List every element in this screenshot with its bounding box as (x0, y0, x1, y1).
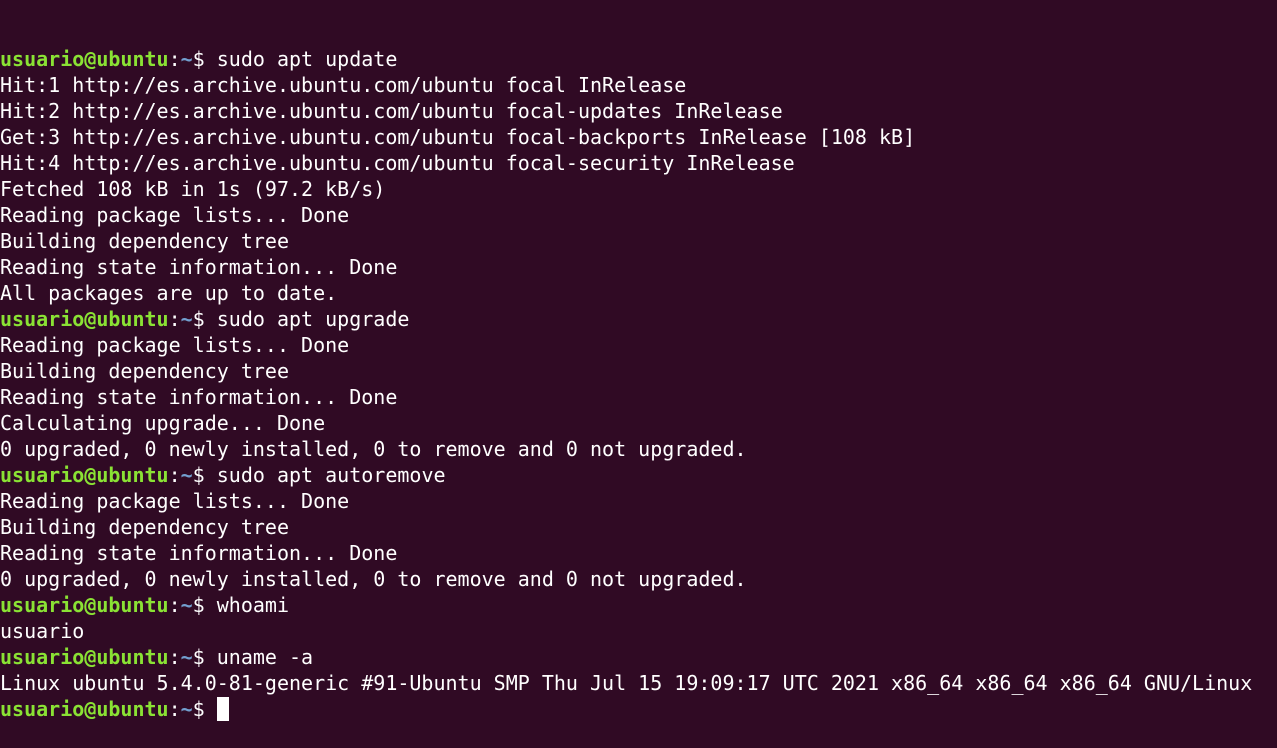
prompt-path: ~ (180, 645, 193, 669)
prompt-symbol: $ (192, 47, 217, 71)
command-line: usuario@ubuntu:~$ whoami (0, 592, 1277, 618)
prompt-user-host: usuario@ubuntu (0, 645, 169, 669)
terminal-window[interactable]: usuario@ubuntu:~$ sudo apt update Hit:1 h… (0, 0, 1277, 748)
terminal-output: usuario@ubuntu:~$ sudo apt update Hit:1 h… (0, 46, 1277, 722)
output-line: Building dependency tree (0, 359, 289, 383)
prompt-symbol: $ (192, 593, 217, 617)
prompt-separator: : (168, 593, 181, 617)
output-line: Reading package lists... Done (0, 333, 350, 357)
prompt-symbol: $ (192, 307, 217, 331)
prompt-separator: : (168, 47, 181, 71)
output-line: Reading state information... Done (0, 255, 398, 279)
output-line: Reading package lists... Done (0, 489, 350, 513)
output-line: Fetched 108 kB in 1s (97.2 kB/s) (0, 177, 386, 201)
prompt-path: ~ (180, 593, 193, 617)
prompt-path: ~ (180, 47, 193, 71)
prompt-user-host: usuario@ubuntu (0, 697, 169, 721)
prompt-user-host: usuario@ubuntu (0, 307, 169, 331)
prompt-user-host: usuario@ubuntu (0, 593, 169, 617)
command-text: sudo apt update (216, 47, 398, 71)
prompt-symbol: $ (192, 645, 217, 669)
command-line: usuario@ubuntu:~$ uname -a (0, 644, 1277, 670)
output-line: Building dependency tree (0, 515, 289, 539)
prompt-symbol: $ (192, 697, 217, 721)
current-prompt-line[interactable]: usuario@ubuntu:~$ (0, 696, 1277, 722)
prompt-path: ~ (180, 697, 193, 721)
prompt-path: ~ (180, 463, 193, 487)
output-line: Hit:2 http://es.archive.ubuntu.com/ubunt… (0, 99, 783, 123)
prompt-separator: : (168, 463, 181, 487)
command-line: usuario@ubuntu:~$ sudo apt update (0, 46, 1277, 72)
output-line: Calculating upgrade... Done (0, 411, 326, 435)
command-text: whoami (216, 593, 290, 617)
output-line: All packages are up to date. (0, 281, 338, 305)
prompt-user-host: usuario@ubuntu (0, 47, 169, 71)
output-line: Reading package lists... Done (0, 203, 350, 227)
prompt-separator: : (168, 307, 181, 331)
output-line: Reading state information... Done (0, 385, 398, 409)
prompt-separator: : (168, 697, 181, 721)
output-line: Hit:4 http://es.archive.ubuntu.com/ubunt… (0, 151, 795, 175)
command-text: uname -a (216, 645, 314, 669)
prompt-user-host: usuario@ubuntu (0, 463, 169, 487)
output-line: usuario (0, 619, 85, 643)
output-line: 0 upgraded, 0 newly installed, 0 to remo… (0, 567, 747, 591)
output-line: Hit:1 http://es.archive.ubuntu.com/ubunt… (0, 73, 687, 97)
output-line: 0 upgraded, 0 newly installed, 0 to remo… (0, 437, 747, 461)
text-cursor (216, 697, 229, 721)
output-line: Reading state information... Done (0, 541, 398, 565)
command-line: usuario@ubuntu:~$ sudo apt upgrade (0, 306, 1277, 332)
command-text: sudo apt upgrade (216, 307, 410, 331)
prompt-symbol: $ (192, 463, 217, 487)
command-text: sudo apt autoremove (216, 463, 446, 487)
output-line: Linux ubuntu 5.4.0-81-generic #91-Ubuntu… (0, 671, 1253, 695)
output-line: Get:3 http://es.archive.ubuntu.com/ubunt… (0, 125, 916, 149)
prompt-separator: : (168, 645, 181, 669)
output-line: Building dependency tree (0, 229, 289, 253)
prompt-path: ~ (180, 307, 193, 331)
command-line: usuario@ubuntu:~$ sudo apt autoremove (0, 462, 1277, 488)
